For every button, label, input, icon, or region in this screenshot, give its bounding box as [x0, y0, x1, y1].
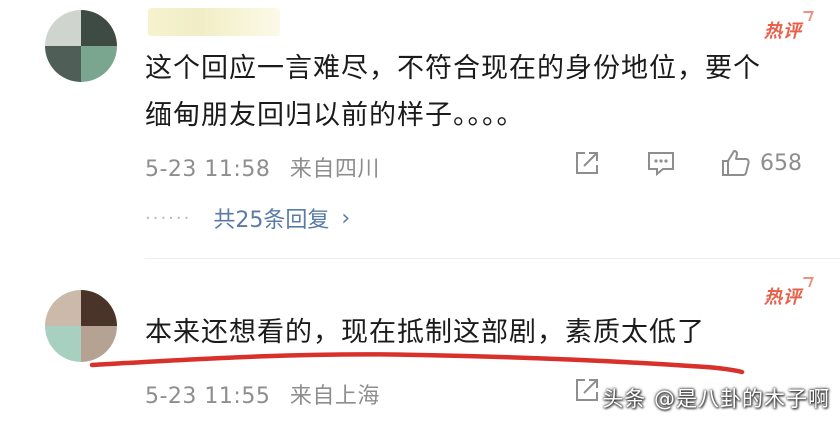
- avatar-pixel: [45, 10, 81, 46]
- comment-text-line: 这个回应一言难尽，不符合现在的身份地位，要个: [145, 53, 761, 84]
- hot-comment-badge: 热评: [764, 17, 802, 43]
- share-button[interactable]: [572, 148, 602, 178]
- username-blurred[interactable]: [148, 8, 280, 36]
- comment-icon: [648, 152, 674, 177]
- comment-text: 本来还想看的，现在抵制这部剧，素质太低了: [145, 317, 705, 348]
- avatar[interactable]: [45, 290, 117, 362]
- avatar-pixel: [81, 10, 117, 46]
- like-button[interactable]: 658: [720, 148, 802, 178]
- avatar-pixel: [81, 290, 117, 326]
- comment-divider: [145, 258, 840, 259]
- replies-dots: ······: [145, 207, 192, 229]
- comment-text-line: 缅甸朋友回归以前的样子。。。。: [145, 100, 525, 131]
- like-icon: [722, 150, 750, 176]
- watermark: 头条 @是八卦的木子啊: [602, 387, 830, 411]
- like-count: 658: [760, 150, 802, 176]
- comment-item: 热评 这个回应一言难尽，不符合现在的身份地位，要个 缅甸朋友回归以前的样子。。。…: [0, 0, 840, 259]
- comment-timestamp: 5-23 11:55: [145, 384, 271, 409]
- comment-button[interactable]: [645, 148, 677, 178]
- hot-comment-badge: 热评: [764, 283, 802, 309]
- comment-meta: 5-23 11:58 来自四川: [145, 151, 380, 183]
- comment-location: 来自四川: [289, 157, 380, 182]
- comment-timestamp: 5-23 11:58: [145, 157, 271, 182]
- share-icon: [576, 379, 598, 401]
- replies-label: 共25条回复: [213, 208, 330, 233]
- avatar-pixel: [45, 290, 81, 326]
- avatar-pixel: [81, 46, 117, 82]
- share-button[interactable]: [572, 375, 602, 405]
- comment-text: 这个回应一言难尽，不符合现在的身份地位，要个 缅甸朋友回归以前的样子。。。。: [145, 45, 805, 139]
- share-icon: [576, 152, 598, 174]
- avatar-pixel: [81, 326, 117, 362]
- avatar[interactable]: [45, 10, 117, 82]
- chevron-right-icon: ›: [341, 205, 351, 231]
- comment-location: 来自上海: [289, 384, 380, 409]
- avatar-pixel: [45, 326, 81, 362]
- avatar-pixel: [45, 46, 81, 82]
- view-replies-link[interactable]: ······ 共25条回复 ›: [145, 202, 350, 234]
- comment-meta: 5-23 11:55 来自上海: [145, 378, 380, 410]
